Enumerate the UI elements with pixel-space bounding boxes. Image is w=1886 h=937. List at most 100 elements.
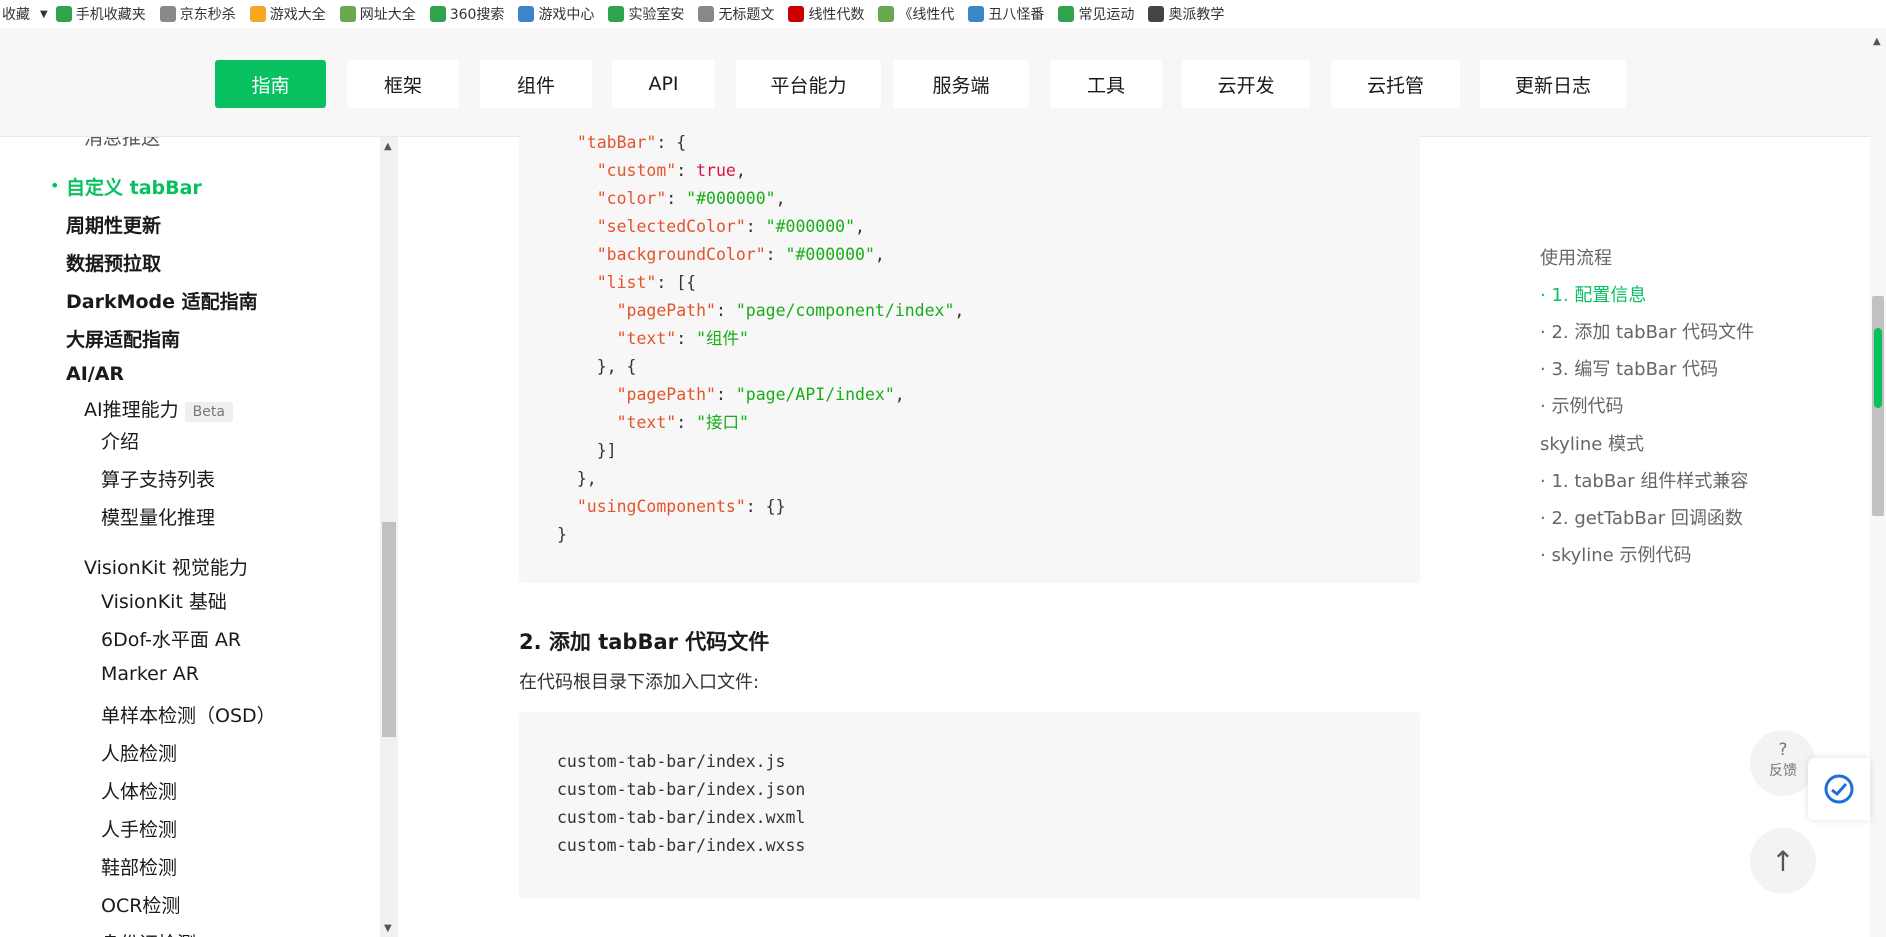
sidebar-scrollbar[interactable]: ▲ ▼	[380, 137, 398, 937]
sidebar-item[interactable]: 算子支持列表	[101, 465, 215, 492]
toc-item[interactable]: 使用流程	[1540, 244, 1612, 270]
bookmark-label: 奥派教学	[1168, 7, 1225, 23]
toc-item[interactable]: · 3. 编写 tabBar 代码	[1540, 355, 1718, 381]
toc-item[interactable]: · 示例代码	[1540, 392, 1623, 418]
code-token: ,	[954, 301, 965, 320]
tab-5[interactable]: 服务端	[893, 60, 1029, 108]
bookmark-item[interactable]: 360搜索	[429, 4, 504, 24]
bookmark-label: 手机收藏夹	[75, 7, 146, 23]
bookmark-label: 《线性代	[898, 7, 955, 23]
bookmark-item[interactable]: 游戏大全	[249, 4, 326, 24]
bookmark-item[interactable]: 实验室安	[608, 4, 684, 24]
bookmark-item[interactable]: 手机收藏夹	[55, 4, 146, 24]
tab-9[interactable]: 更新日志	[1480, 60, 1626, 108]
code-line: }	[557, 521, 964, 549]
bookmark-label: 游戏中心	[538, 7, 595, 23]
toc-item[interactable]: · skyline 示例代码	[1540, 541, 1691, 567]
code-block-files: custom-tab-bar/index.js custom-tab-bar/in…	[519, 712, 1420, 898]
sidebar-item[interactable]: 模型量化推理	[101, 503, 215, 530]
scroll-down-icon[interactable]: ▼	[384, 923, 392, 934]
sidebar-item-custom-tabbar[interactable]: 自定义 tabBar	[66, 173, 202, 200]
sidebar-item[interactable]: 人体检测	[101, 777, 177, 804]
bookmark-item[interactable]: 京东秒杀	[159, 4, 236, 24]
sidebar-item[interactable]: 鞋部检测	[101, 853, 177, 880]
toc-item[interactable]: · 1. tabBar 组件样式兼容	[1540, 467, 1748, 493]
code-token: "接口"	[696, 413, 749, 432]
bookmark-favicon-icon	[429, 6, 446, 22]
sidebar-item[interactable]: 人手检测	[101, 815, 177, 842]
bookmark-item[interactable]: 游戏中心	[518, 4, 594, 24]
sidebar-item-partial[interactable]: 消息推送	[84, 137, 160, 150]
bookmark-item[interactable]: 丑八怪番	[968, 4, 1044, 24]
code-token: "组件"	[696, 329, 749, 348]
code-line: "text": "接口"	[557, 409, 964, 437]
tab-1[interactable]: 框架	[347, 60, 459, 108]
code-line: }]	[557, 437, 964, 465]
bookmark-item[interactable]: 网址大全	[339, 4, 416, 24]
code-token: : [{	[656, 273, 697, 292]
code-token: "text"	[616, 329, 677, 348]
sidebar-item-ai-ar[interactable]: AI/AR	[66, 363, 124, 385]
code-token: true	[696, 161, 736, 180]
bookmark-favicon-icon	[518, 6, 535, 22]
tab-4[interactable]: 平台能力	[736, 60, 881, 108]
code-token: }	[557, 525, 567, 544]
sidebar-scroll-thumb[interactable]	[382, 522, 396, 737]
sidebar-item[interactable]: 身份证检测	[101, 929, 196, 937]
chevron-down-icon[interactable]: ▼	[40, 9, 48, 20]
bookmark-favicon-icon	[159, 6, 176, 22]
bookmark-label: 实验室安	[628, 7, 685, 23]
toc-item[interactable]: · 2. getTabBar 回调函数	[1540, 504, 1743, 530]
sidebar-item[interactable]: 周期性更新	[66, 211, 161, 238]
sidebar-item[interactable]: 人脸检测	[101, 739, 177, 766]
back-to-top-button[interactable]: ↑	[1750, 828, 1816, 894]
sidebar-item[interactable]: 大屏适配指南	[66, 325, 180, 352]
tab-7[interactable]: 云开发	[1182, 60, 1310, 108]
sidebar-item[interactable]: OCR检测	[101, 891, 180, 918]
tab-8[interactable]: 云托管	[1331, 60, 1460, 108]
sidebar-item[interactable]: 6Dof-水平面 AR	[101, 625, 241, 652]
page-scrollbar[interactable]: ▲	[1870, 28, 1886, 937]
scroll-up-icon[interactable]: ▲	[1873, 36, 1881, 47]
sidebar-item[interactable]: 数据预拉取	[66, 249, 161, 276]
sidebar-item[interactable]: DarkMode 适配指南	[66, 287, 258, 314]
feedback-button[interactable]: ? 反馈	[1750, 730, 1816, 796]
tab-3[interactable]: API	[612, 60, 715, 108]
toc-item[interactable]: skyline 模式	[1540, 430, 1644, 456]
tab-6[interactable]: 工具	[1050, 60, 1162, 108]
bookmark-favicon-icon	[698, 6, 715, 22]
scroll-up-icon[interactable]: ▲	[384, 141, 392, 152]
toc-item[interactable]: · 1. 配置信息	[1540, 281, 1646, 307]
sidebar-item[interactable]: 介绍	[101, 427, 139, 454]
bookmark-item[interactable]: 无标题文	[698, 4, 774, 24]
bookmark-item[interactable]: 线性代数	[788, 4, 864, 24]
code-token: :	[715, 301, 736, 320]
bookmark-item[interactable]: 常见运动	[1058, 4, 1134, 24]
assistant-button[interactable]	[1808, 758, 1870, 820]
sidebar-item[interactable]: Marker AR	[101, 663, 199, 685]
bookmark-favicon-icon	[339, 6, 356, 22]
sidebar-item-visionkit[interactable]: VisionKit 视觉能力	[84, 553, 248, 580]
bookmark-label: 京东秒杀	[179, 7, 236, 23]
sidebar-item[interactable]: 单样本检测（OSD）	[101, 701, 276, 728]
code-token: :	[715, 385, 736, 404]
toc-item[interactable]: · 2. 添加 tabBar 代码文件	[1540, 318, 1754, 344]
code-line: "backgroundColor": "#000000",	[557, 241, 964, 269]
bookmark-item[interactable]: 《线性代	[878, 4, 954, 24]
sidebar-item-label: AI推理能力	[84, 399, 179, 421]
sidebar: 消息推送 • 自定义 tabBar 周期性更新 数据预拉取 DarkMode 适…	[0, 137, 380, 937]
code-line: }, {	[557, 353, 964, 381]
sidebar-item-ai-infer[interactable]: AI推理能力 Beta	[84, 395, 233, 422]
bookmark-item[interactable]: 奥派教学	[1148, 4, 1224, 24]
code-line: "pagePath": "page/component/index",	[557, 297, 965, 325]
bookmark-favicon-icon	[968, 6, 985, 22]
question-icon: ?	[1778, 740, 1788, 760]
sidebar-item[interactable]: VisionKit 基础	[101, 587, 227, 614]
favorites-button[interactable]: 收藏	[2, 4, 30, 24]
tab-2[interactable]: 组件	[480, 60, 592, 108]
code-files: custom-tab-bar/index.js custom-tab-bar/in…	[557, 748, 805, 860]
bookmark-favicon-icon	[788, 6, 805, 22]
tab-0[interactable]: 指南	[215, 60, 326, 108]
code-token: "pagePath"	[616, 301, 716, 320]
code-line: custom-tab-bar/index.wxml	[557, 808, 806, 827]
